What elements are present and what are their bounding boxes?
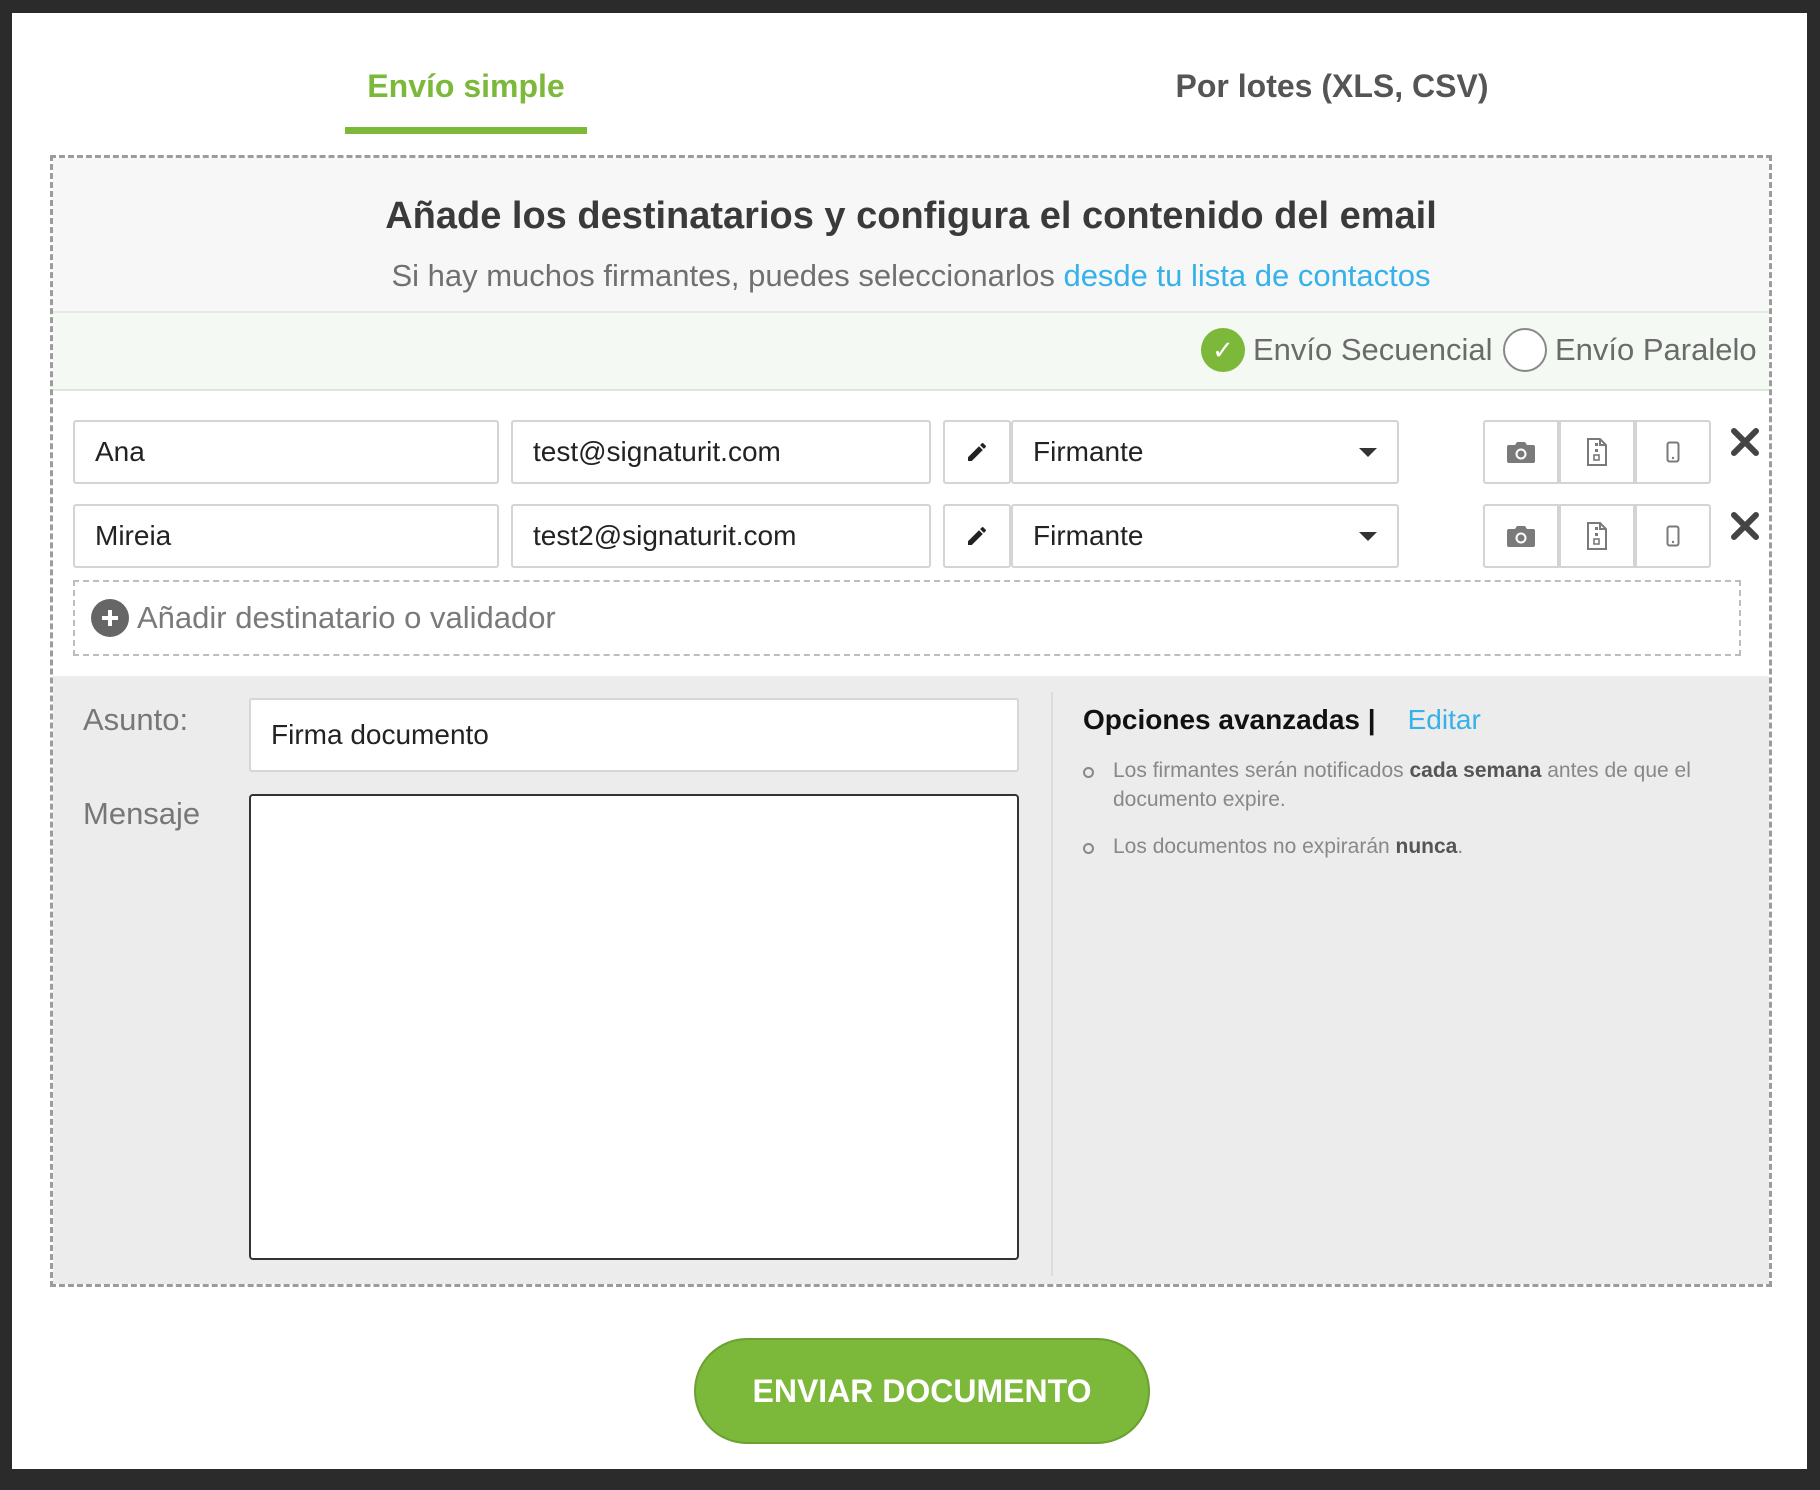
chevron-down-icon [1359,447,1377,457]
advanced-options-edit-link[interactable]: Editar [1408,704,1481,736]
panel-header: Añade los destinatarios y configura el c… [53,158,1769,313]
add-recipient-button[interactable]: Añadir destinatario o validador [73,580,1741,656]
recipient-row: Mireia test2@signaturit.com Firmante [73,504,1759,568]
mobile-option-button[interactable] [1635,420,1711,484]
zip-file-icon [1587,522,1607,550]
sequential-mode-label: Envío Secuencial [1253,332,1493,367]
mobile-option-button[interactable] [1635,504,1711,568]
checkmark-icon: ✓ [1201,328,1245,372]
subject-label: Asunto: [83,702,189,737]
list-item: Los documentos no expirarán nunca. [1083,832,1723,861]
add-recipient-label: Añadir destinatario o validador [137,600,556,635]
remove-recipient-button[interactable] [1725,506,1765,546]
recipient-role-select[interactable]: Firmante [1011,504,1399,568]
subject-input[interactable] [249,698,1019,772]
recipient-email-input[interactable]: test2@signaturit.com [511,504,931,568]
recipient-name-input[interactable]: Mireia [73,504,499,568]
panel-title: Añade los destinatarios y configura el c… [385,195,1437,237]
list-item: Los firmantes serán notificados cada sem… [1083,756,1723,814]
attachment-option-button[interactable] [1559,420,1635,484]
photo-option-button[interactable] [1483,420,1559,484]
role-value: Firmante [1033,436,1144,467]
contacts-list-link[interactable]: desde tu lista de contactos [1063,258,1430,293]
recipient-email-input[interactable]: test@signaturit.com [511,420,931,484]
remove-recipient-button[interactable] [1725,422,1765,462]
edit-recipient-button[interactable] [943,420,1011,484]
mobile-phone-icon [1666,441,1680,463]
tab-simple-send[interactable]: Envío simple [345,68,587,134]
advanced-options-list: Los firmantes serán notificados cada sem… [1083,756,1723,879]
parallel-mode-label: Envío Paralelo [1555,332,1757,367]
camera-icon [1507,526,1535,547]
attachment-option-button[interactable] [1559,504,1635,568]
message-label: Mensaje [83,796,201,831]
radio-empty-icon [1503,328,1547,372]
send-document-button[interactable]: ENVIAR DOCUMENTO [694,1338,1150,1444]
advanced-options-header: Opciones avanzadas | Editar [1083,704,1481,736]
zip-file-icon [1587,438,1607,466]
pencil-icon [968,527,986,545]
message-textarea[interactable] [249,794,1019,1260]
chevron-down-icon [1359,531,1377,541]
close-icon [1731,512,1759,540]
plus-circle-icon [91,599,129,637]
send-document-dialog: Envío simple Por lotes (XLS, CSV) Añade … [12,13,1807,1469]
mobile-phone-icon [1666,525,1680,547]
column-divider [1051,692,1053,1276]
close-icon [1731,428,1759,456]
sequential-mode-option[interactable]: ✓ Envío Secuencial [1201,327,1493,373]
recipient-row: Ana test@signaturit.com Firmante [73,420,1759,484]
recipient-role-select[interactable]: Firmante [1011,420,1399,484]
panel-subtitle: Si hay muchos firmantes, puedes seleccio… [53,258,1769,294]
photo-option-button[interactable] [1483,504,1559,568]
pencil-icon [968,443,986,461]
send-mode-bar: ✓ Envío Secuencial Envío Paralelo [53,313,1769,391]
subtitle-text: Si hay muchos firmantes, puedes seleccio… [391,258,1064,293]
advanced-options-title: Opciones avanzadas | [1083,704,1376,735]
parallel-mode-option[interactable]: Envío Paralelo [1503,327,1757,373]
recipient-name-input[interactable]: Ana [73,420,499,484]
camera-icon [1507,442,1535,463]
recipients-panel: Añade los destinatarios y configura el c… [50,155,1772,1287]
email-content-section: Asunto: Mensaje Opciones avanzadas | Edi… [53,676,1769,1284]
edit-recipient-button[interactable] [943,504,1011,568]
role-value: Firmante [1033,520,1144,551]
tab-batch-send[interactable]: Por lotes (XLS, CSV) [1162,68,1502,105]
